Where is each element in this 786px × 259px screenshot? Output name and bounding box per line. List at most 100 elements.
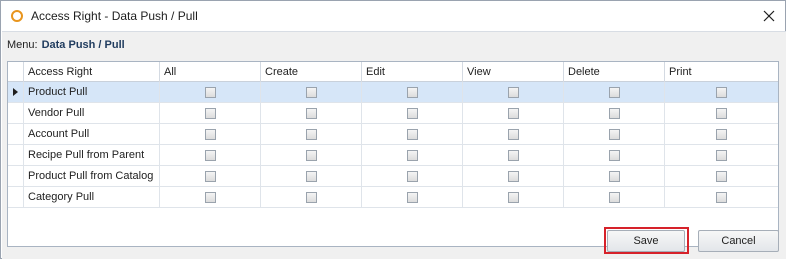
cell-view[interactable]: [463, 124, 564, 144]
all-checkbox[interactable]: [205, 150, 216, 161]
cell-edit[interactable]: [362, 124, 463, 144]
print-checkbox[interactable]: [716, 171, 727, 182]
cell-delete[interactable]: [564, 145, 665, 165]
create-checkbox[interactable]: [306, 192, 317, 203]
cell-create[interactable]: [261, 82, 362, 102]
column-header-access-right[interactable]: Access Right: [24, 62, 160, 82]
cell-all[interactable]: [160, 124, 261, 144]
title-bar[interactable]: Access Right - Data Push / Pull: [1, 1, 785, 31]
cell-edit[interactable]: [362, 82, 463, 102]
cell-create[interactable]: [261, 187, 362, 207]
all-checkbox[interactable]: [205, 108, 216, 119]
delete-checkbox[interactable]: [609, 150, 620, 161]
view-checkbox[interactable]: [508, 129, 519, 140]
create-checkbox[interactable]: [306, 87, 317, 98]
table-row[interactable]: Account Pull: [8, 124, 778, 145]
view-checkbox[interactable]: [508, 150, 519, 161]
row-indicator[interactable]: [8, 166, 24, 186]
cell-delete[interactable]: [564, 166, 665, 186]
table-row[interactable]: Product Pull from Catalog: [8, 166, 778, 187]
cell-view[interactable]: [463, 166, 564, 186]
print-checkbox[interactable]: [716, 192, 727, 203]
cell-view[interactable]: [463, 82, 564, 102]
print-checkbox[interactable]: [716, 87, 727, 98]
save-button[interactable]: Save: [607, 230, 685, 252]
print-checkbox[interactable]: [716, 129, 727, 140]
row-indicator[interactable]: [8, 124, 24, 144]
access-right-name[interactable]: Vendor Pull: [24, 103, 160, 123]
print-checkbox[interactable]: [716, 150, 727, 161]
cell-edit[interactable]: [362, 145, 463, 165]
delete-checkbox[interactable]: [609, 171, 620, 182]
cell-edit[interactable]: [362, 103, 463, 123]
cell-delete[interactable]: [564, 124, 665, 144]
all-checkbox[interactable]: [205, 192, 216, 203]
cell-print[interactable]: [665, 82, 778, 102]
column-header-all[interactable]: All: [160, 62, 261, 82]
view-checkbox[interactable]: [508, 87, 519, 98]
row-indicator[interactable]: [8, 82, 24, 102]
view-checkbox[interactable]: [508, 171, 519, 182]
edit-checkbox[interactable]: [407, 192, 418, 203]
cell-delete[interactable]: [564, 103, 665, 123]
delete-checkbox[interactable]: [609, 129, 620, 140]
cell-create[interactable]: [261, 103, 362, 123]
edit-checkbox[interactable]: [407, 108, 418, 119]
cell-edit[interactable]: [362, 187, 463, 207]
view-checkbox[interactable]: [508, 192, 519, 203]
cell-all[interactable]: [160, 166, 261, 186]
cell-all[interactable]: [160, 145, 261, 165]
row-indicator[interactable]: [8, 145, 24, 165]
access-right-name[interactable]: Account Pull: [24, 124, 160, 144]
cell-print[interactable]: [665, 166, 778, 186]
cell-all[interactable]: [160, 187, 261, 207]
cell-view[interactable]: [463, 187, 564, 207]
cell-view[interactable]: [463, 103, 564, 123]
cell-print[interactable]: [665, 124, 778, 144]
cell-all[interactable]: [160, 82, 261, 102]
table-row[interactable]: Recipe Pull from Parent: [8, 145, 778, 166]
cell-edit[interactable]: [362, 166, 463, 186]
edit-checkbox[interactable]: [407, 150, 418, 161]
cell-all[interactable]: [160, 103, 261, 123]
access-right-name[interactable]: Product Pull from Catalog: [24, 166, 160, 186]
table-row[interactable]: Vendor Pull: [8, 103, 778, 124]
column-header-edit[interactable]: Edit: [362, 62, 463, 82]
delete-checkbox[interactable]: [609, 108, 620, 119]
view-checkbox[interactable]: [508, 108, 519, 119]
column-header-view[interactable]: View: [463, 62, 564, 82]
cell-delete[interactable]: [564, 187, 665, 207]
create-checkbox[interactable]: [306, 150, 317, 161]
cell-print[interactable]: [665, 103, 778, 123]
cell-create[interactable]: [261, 145, 362, 165]
edit-checkbox[interactable]: [407, 129, 418, 140]
column-header-create[interactable]: Create: [261, 62, 362, 82]
cell-create[interactable]: [261, 124, 362, 144]
access-right-name[interactable]: Product Pull: [24, 82, 160, 102]
all-checkbox[interactable]: [205, 87, 216, 98]
delete-checkbox[interactable]: [609, 192, 620, 203]
all-checkbox[interactable]: [205, 129, 216, 140]
cell-view[interactable]: [463, 145, 564, 165]
cell-delete[interactable]: [564, 82, 665, 102]
row-indicator[interactable]: [8, 187, 24, 207]
cell-create[interactable]: [261, 166, 362, 186]
edit-checkbox[interactable]: [407, 171, 418, 182]
access-right-name[interactable]: Category Pull: [24, 187, 160, 207]
create-checkbox[interactable]: [306, 129, 317, 140]
edit-checkbox[interactable]: [407, 87, 418, 98]
row-indicator[interactable]: [8, 103, 24, 123]
table-row[interactable]: Category Pull: [8, 187, 778, 208]
cell-print[interactable]: [665, 145, 778, 165]
access-right-name[interactable]: Recipe Pull from Parent: [24, 145, 160, 165]
column-header-delete[interactable]: Delete: [564, 62, 665, 82]
table-row[interactable]: Product Pull: [8, 82, 778, 103]
all-checkbox[interactable]: [205, 171, 216, 182]
cell-print[interactable]: [665, 187, 778, 207]
create-checkbox[interactable]: [306, 108, 317, 119]
create-checkbox[interactable]: [306, 171, 317, 182]
delete-checkbox[interactable]: [609, 87, 620, 98]
cancel-button[interactable]: Cancel: [698, 230, 779, 252]
close-button[interactable]: [759, 6, 779, 26]
print-checkbox[interactable]: [716, 108, 727, 119]
